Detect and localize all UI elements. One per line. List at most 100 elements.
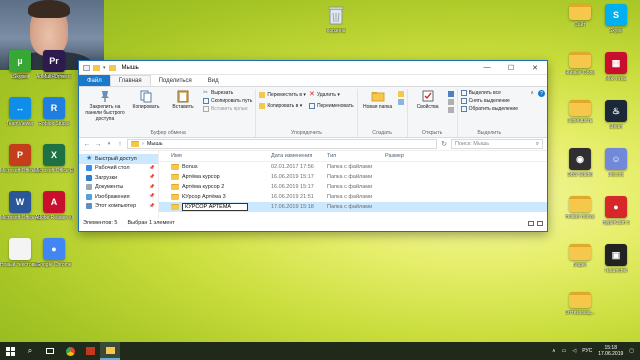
desktop-icon[interactable]: Скриншоты <box>562 100 598 124</box>
nav-item[interactable]: Загрузки 📌 <box>79 173 158 183</box>
select-all-button[interactable]: Выделить все <box>460 90 518 96</box>
copy-path-button[interactable]: Скопировать путь <box>203 98 252 104</box>
recent-locations-icon[interactable]: ▾ <box>105 141 113 147</box>
path-segment[interactable]: Мышь <box>147 141 163 147</box>
file-row[interactable]: Артёма курсор 2 16.06.2019 15:17 Папка с ф… <box>159 182 547 192</box>
desktop-icon[interactable]: ♨ Steam <box>598 100 634 130</box>
desktop-icon[interactable]: ● HyperCam 5 <box>598 196 634 226</box>
column-size[interactable]: Размер <box>385 153 425 159</box>
nav-item[interactable]: Этот компьютер 📌 <box>79 202 158 212</box>
tab-file[interactable]: Файл <box>79 75 110 86</box>
desktop-icon[interactable]: WMicrosoft Office Wo... <box>0 191 40 221</box>
desktop-icon[interactable]: Видео <box>562 244 598 268</box>
pin-icon[interactable]: 📌 <box>149 194 155 199</box>
select-none-button[interactable]: Снять выделение <box>460 98 518 104</box>
column-date[interactable]: Дата изменения <box>271 153 327 159</box>
minimize-button[interactable]: — <box>475 61 499 75</box>
nav-item[interactable]: Документы 📌 <box>79 183 158 193</box>
open-icon[interactable] <box>447 91 454 97</box>
taskbar-chrome[interactable] <box>60 342 80 360</box>
pin-icon[interactable]: 📌 <box>149 185 155 190</box>
maximize-button[interactable]: ☐ <box>499 61 523 75</box>
pin-icon[interactable]: 📌 <box>149 175 155 180</box>
desktop-icon[interactable]: A Adobe Reader XI <box>35 191 73 221</box>
column-name[interactable]: Имя <box>159 153 271 159</box>
column-type[interactable]: Тип <box>327 153 385 159</box>
history-icon[interactable] <box>447 107 454 113</box>
chevron-down-icon[interactable]: ▾ <box>103 65 106 71</box>
help-icon[interactable]: ? <box>538 90 545 97</box>
desktop-icon[interactable]: R Roblox Studio <box>36 97 72 127</box>
desktop-icon-recycle-bin[interactable]: Корзина <box>318 4 354 34</box>
close-button[interactable]: ✕ <box>523 61 547 75</box>
nav-item[interactable]: ★ Быстрый доступ <box>79 154 158 164</box>
nav-item[interactable]: Рабочий стол 📌 <box>79 164 158 174</box>
invert-selection-button[interactable]: Обратить выделение <box>460 106 518 112</box>
desktop-icon[interactable]: X Microsoft Office Ex... <box>34 144 74 174</box>
folder-icon[interactable] <box>93 64 100 71</box>
up-arrow-icon[interactable]: ↑ <box>116 141 124 148</box>
desktop-icon[interactable]: ☺ Discord <box>598 148 634 178</box>
nav-item[interactable]: Изображения 📌 <box>79 192 158 202</box>
forward-arrow-icon[interactable]: → <box>94 141 102 148</box>
paste-shortcut-button[interactable]: Вставить ярлык <box>203 106 252 112</box>
taskbar-explorer[interactable] <box>100 342 120 360</box>
desktop-icon[interactable]: PMicrosoft Office Po... <box>0 144 40 174</box>
copy-button[interactable]: Копировать <box>129 89 163 110</box>
paste-button[interactable]: Вставить <box>166 89 200 110</box>
desktop-icon[interactable]: Сайт <box>562 4 598 28</box>
search-button[interactable]: ⌕ <box>20 342 40 360</box>
desktop-icon[interactable]: ↔ TeamViewer <box>2 97 38 127</box>
address-path[interactable]: › Мышь <box>127 139 437 149</box>
desktop-icon[interactable]: ● Google Chrome <box>36 238 72 268</box>
tab-share[interactable]: Поделиться <box>151 75 200 86</box>
easy-access-icon[interactable] <box>397 99 404 105</box>
properties-icon[interactable] <box>83 64 90 71</box>
file-row[interactable]: КУрсор Артёма 3 16.06.2019 21:51 Папка с ф… <box>159 192 547 202</box>
notifications-icon[interactable]: ▢ <box>629 348 634 354</box>
tray-chevron-icon[interactable]: ∧ <box>552 348 556 354</box>
network-icon[interactable]: ▭ <box>562 348 567 354</box>
desktop-icon[interactable]: Новый текстовый... <box>0 238 40 268</box>
desktop-icon[interactable]: ▣ TLauncher <box>598 244 634 274</box>
desktop-icon[interactable]: S Skype <box>598 4 634 34</box>
rename-button[interactable]: Переименовать <box>308 103 354 109</box>
tab-view[interactable]: Вид <box>200 75 227 86</box>
details-view-icon[interactable] <box>528 220 534 226</box>
volume-icon[interactable]: ◁ <box>572 348 576 354</box>
pin-icon[interactable]: 📌 <box>149 166 155 171</box>
clock[interactable]: 15:18 17.06.2019 <box>598 345 623 357</box>
delete-button[interactable]: ✕ Удалить ▾ <box>309 91 354 98</box>
file-row[interactable]: КУРСОР АРТЁМА 17.06.2019 15:18 Папка с фай… <box>159 202 547 212</box>
desktop-icon[interactable]: Multi-Drive <box>36 72 72 80</box>
desktop-icon[interactable]: ◉ OBS Studio <box>562 148 598 178</box>
copy-to-button[interactable]: Копировать в ▾ <box>259 103 306 109</box>
cut-label: Вырезать <box>211 90 234 96</box>
desktop-icon[interactable]: Живые Обои <box>562 52 598 76</box>
desktop-icon[interactable]: Skype <box>2 72 38 80</box>
desktop-icon[interactable]: ▦ Мои игры <box>598 52 634 82</box>
taskbar-recorder[interactable] <box>80 342 100 360</box>
tab-home[interactable]: Главная <box>109 75 151 86</box>
desktop-icon[interactable]: Новая папка <box>562 196 598 220</box>
language-indicator[interactable]: РУС <box>582 348 592 354</box>
refresh-icon[interactable]: ↻ <box>440 140 448 148</box>
search-input[interactable]: Поиск: Мышь ⌕ <box>451 139 543 149</box>
collapse-ribbon-icon[interactable]: ∧ <box>530 90 534 96</box>
large-icons-view-icon[interactable] <box>537 220 543 226</box>
move-to-button[interactable]: Переместить в ▾ <box>259 92 306 98</box>
rename-input[interactable]: КУРСОР АРТЁМА <box>182 203 248 211</box>
file-row[interactable]: Артёма курсор 16.06.2019 15:17 Папка с фай… <box>159 172 547 182</box>
new-item-icon[interactable] <box>397 91 404 97</box>
cut-button[interactable]: ✂ Вырезать <box>203 90 252 96</box>
task-view-button[interactable] <box>40 342 60 360</box>
start-button[interactable] <box>0 342 20 360</box>
back-arrow-icon[interactable]: ← <box>83 141 91 148</box>
pin-icon[interactable]: 📌 <box>149 204 155 209</box>
properties-button[interactable]: Свойства <box>411 89 445 110</box>
edit-icon[interactable] <box>447 99 454 105</box>
file-row[interactable]: Bonus 02.01.2017 17:56 Папка с файлами <box>159 162 547 172</box>
new-folder-button[interactable]: Новая папка <box>361 89 395 110</box>
desktop-icon[interactable]: Оттимизац... <box>562 292 598 316</box>
pin-quick-access-button[interactable]: Закрепить на панели быстрого доступа <box>84 89 126 122</box>
